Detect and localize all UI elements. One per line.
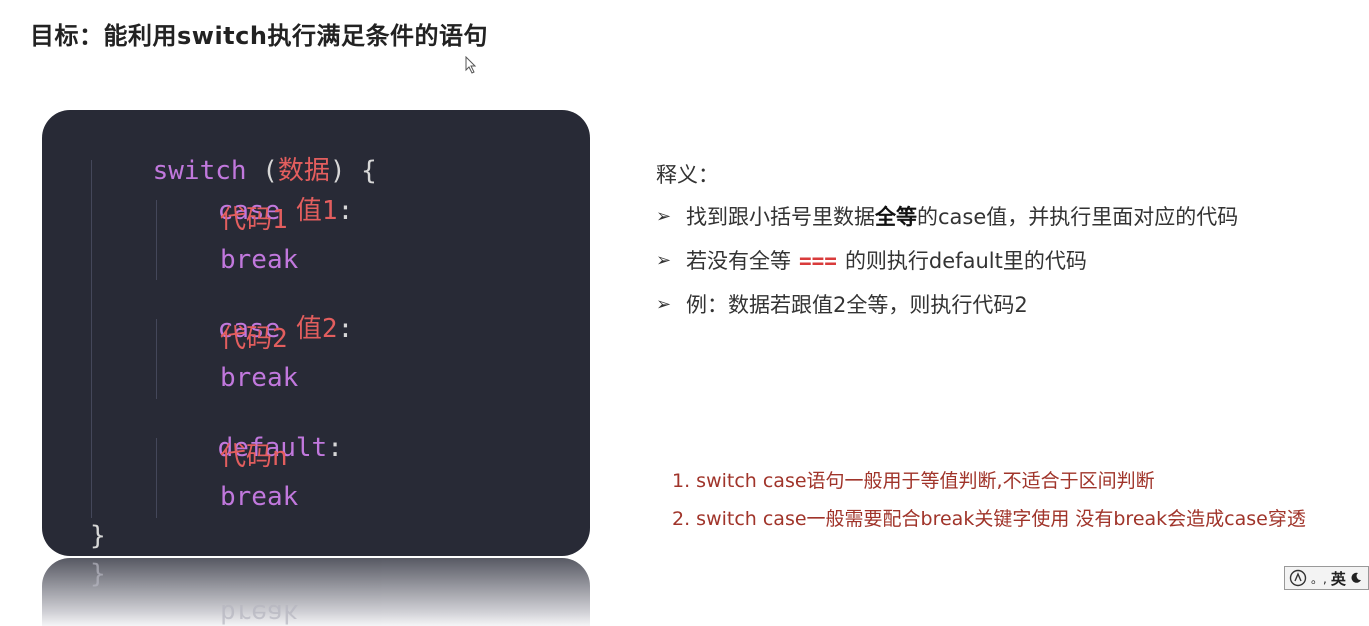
colon: : (337, 196, 354, 226)
code-block-reflection: } break (42, 558, 590, 626)
case-value: 值2 (295, 314, 338, 344)
case-value: 值1 (295, 196, 338, 226)
ime-mode-label: 英 (1330, 569, 1346, 588)
code-line-statement2: 代码2 (220, 324, 288, 354)
note-item: 1. switch case语句一般用于等值判断,不适合于区间判断 (672, 470, 1155, 492)
code-line-break2: break (220, 363, 299, 393)
arrow-bullet-icon: ➢ (656, 206, 672, 227)
ime-logo-icon (1289, 569, 1307, 587)
explanation-item: ➢ 若没有全等 === 的则执行default里的代码 (656, 246, 1356, 276)
item-text-part: 找到跟小括号里数据 (686, 205, 875, 229)
code-line-statement-n: 代码n (220, 442, 288, 472)
arrow-bullet-icon: ➢ (656, 250, 672, 271)
arrow-bullet-icon: ➢ (656, 294, 672, 315)
page-title: 目标：能利用switch执行满足条件的语句 (30, 22, 488, 50)
explanation-item: ➢ 找到跟小括号里数据全等的case值，并执行里面对应的代码 (656, 202, 1356, 232)
explanation-item: ➢ 例：数据若跟值2全等，则执行代码2 (656, 290, 1356, 320)
notes-list: 1. switch case语句一般用于等值判断,不适合于区间判断 2. swi… (672, 462, 1369, 538)
code-line-break1: break (220, 245, 299, 275)
code-block: switch (数据) { case 值1: 代码1 break case 值2… (42, 110, 590, 556)
item-text-part: 若没有全等 (686, 249, 791, 273)
item-text: 找到跟小括号里数据全等的case值，并执行里面对应的代码 (686, 202, 1238, 232)
ime-status-indicator[interactable]: 。, 英 (1284, 566, 1369, 590)
mouse-cursor-icon (465, 56, 477, 74)
strict-equal-operator: === (799, 249, 837, 273)
explanation-heading: 释义： (656, 163, 719, 187)
item-text-part: 的case值，并执行里面对应的代码 (917, 205, 1239, 229)
code-line-close-brace: } (90, 521, 106, 551)
item-emphasis: 全等 (875, 205, 917, 229)
code-line-break3: break (220, 482, 299, 512)
reflection-break: break (220, 598, 299, 626)
item-text: 若没有全等 === 的则执行default里的代码 (686, 246, 1087, 276)
note-item: 2. switch case一般需要配合break关键字使用 没有break会造… (672, 508, 1306, 530)
colon: : (337, 314, 354, 344)
item-text-part: 的则执行default里的代码 (844, 249, 1087, 273)
colon: : (327, 433, 343, 463)
item-text: 例：数据若跟值2全等，则执行代码2 (686, 293, 1028, 317)
reflection-brace: } (90, 560, 106, 590)
explanation-section: 释义： ➢ 找到跟小括号里数据全等的case值，并执行里面对应的代码 ➢ 若没有… (656, 160, 1356, 334)
moon-icon (1351, 572, 1361, 583)
code-line-statement1: 代码1 (220, 205, 288, 235)
punctuation-icon: 。, (1311, 571, 1327, 586)
